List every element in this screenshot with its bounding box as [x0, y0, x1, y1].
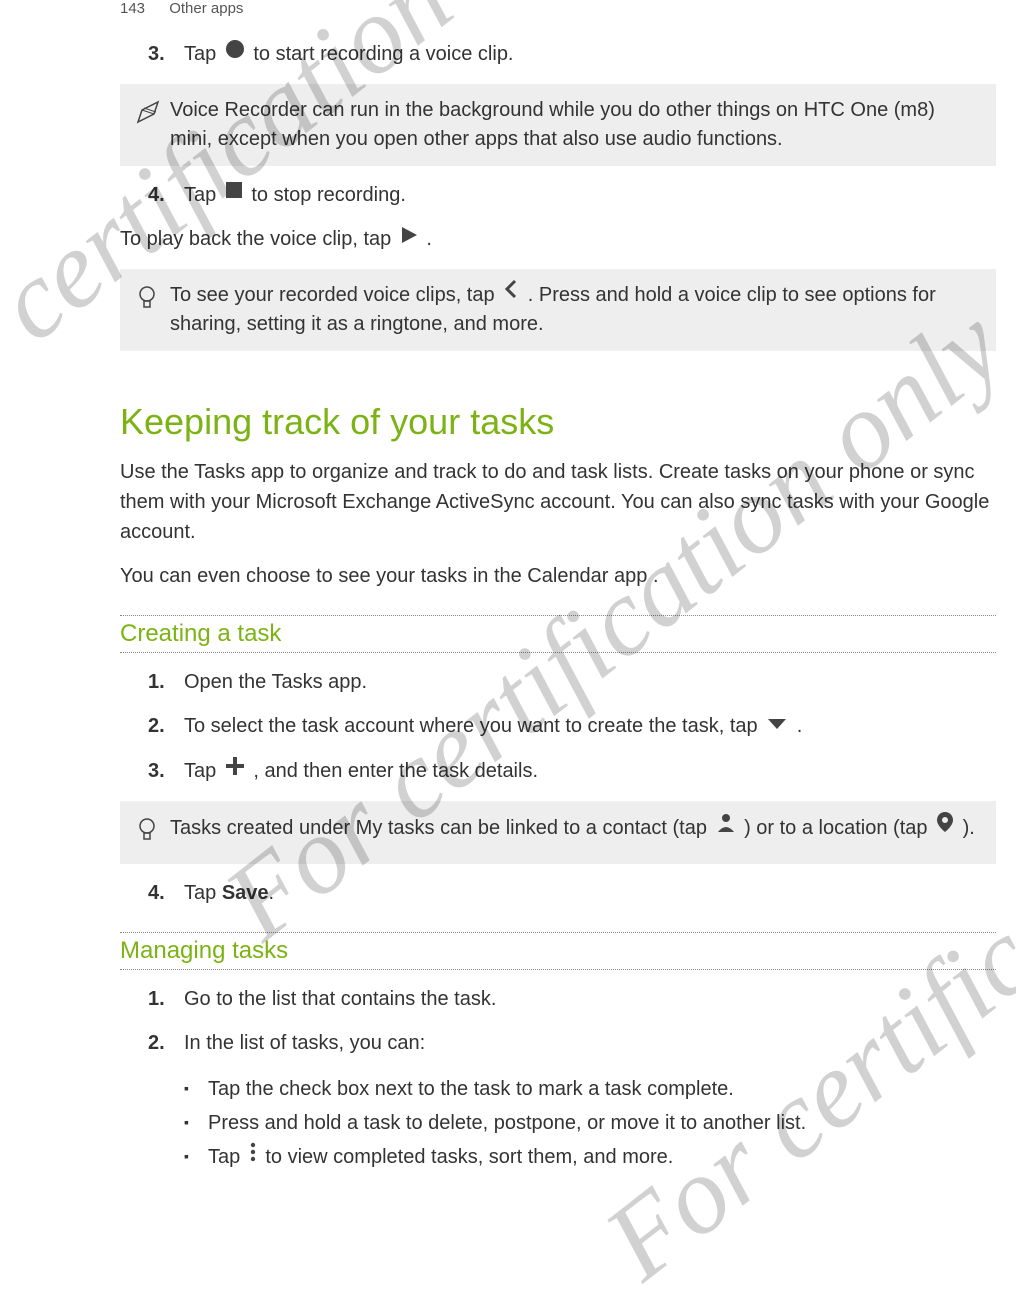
- tip-text: To see your recorded voice clips, tap . …: [170, 281, 980, 339]
- note-box: Voice Recorder can run in the background…: [120, 84, 996, 166]
- step-3: 3. Tap to start recording a voice clip.: [148, 39, 996, 70]
- play-icon: [400, 223, 418, 253]
- step-2c: 2. In the list of tasks, you can:: [148, 1028, 996, 1058]
- save-label: Save: [222, 882, 269, 904]
- subsection-heading: Creating a task: [120, 615, 996, 653]
- tip-box: Tasks created under My tasks can be link…: [120, 801, 996, 864]
- step-4b: 4. Tap Save.: [148, 878, 996, 908]
- more-icon: [249, 1139, 257, 1173]
- step-text: .: [797, 715, 803, 737]
- pencil-icon: [136, 96, 170, 135]
- tip-box: To see your recorded voice clips, tap . …: [120, 269, 996, 351]
- bulb-icon: [136, 813, 170, 852]
- step-text: Tap: [184, 43, 222, 65]
- step-number: 2.: [148, 711, 184, 742]
- plus-icon: [225, 755, 245, 785]
- step-text: Tap: [184, 760, 222, 782]
- step-number: 4.: [148, 878, 184, 908]
- step-text: , and then enter the task details.: [253, 760, 538, 782]
- step-text: Tap: [184, 184, 222, 206]
- list-item: Tap the check box next to the task to ma…: [184, 1072, 996, 1106]
- page-header: 143 Other apps: [0, 0, 1016, 25]
- step-number: 3.: [148, 39, 184, 70]
- step-text: Tap: [184, 882, 222, 904]
- paragraph: Use the Tasks app to organize and track …: [120, 457, 996, 547]
- tip-text: Tasks created under My tasks can be link…: [170, 813, 980, 844]
- step-number: 2.: [148, 1028, 184, 1058]
- step-number: 1.: [148, 984, 184, 1014]
- subsection-heading: Managing tasks: [120, 932, 996, 970]
- note-text: Voice Recorder can run in the background…: [170, 96, 980, 154]
- step-text: to start recording a voice clip.: [253, 43, 513, 65]
- back-icon: [503, 279, 519, 308]
- list-item: Press and hold a task to delete, postpon…: [184, 1106, 996, 1140]
- paragraph: To play back the voice clip, tap .: [120, 224, 996, 255]
- section-heading: Keeping track of your tasks: [120, 401, 996, 443]
- step-text: Open the Tasks app.: [184, 667, 996, 697]
- contact-icon: [716, 812, 736, 841]
- step-text: Go to the list that contains the task.: [184, 984, 996, 1014]
- step-4: 4. Tap to stop recording.: [148, 180, 996, 211]
- page-number: 143: [120, 0, 145, 17]
- step-number: 4.: [148, 180, 184, 211]
- stop-icon: [225, 178, 243, 208]
- step-number: 3.: [148, 756, 184, 787]
- step-text: To select the task account where you wan…: [184, 715, 763, 737]
- paragraph: You can even choose to see your tasks in…: [120, 561, 996, 591]
- bulb-icon: [136, 281, 170, 320]
- step-text: to stop recording.: [251, 184, 406, 206]
- step-text: In the list of tasks, you can:: [184, 1028, 996, 1058]
- section-name: Other apps: [169, 0, 243, 17]
- step-number: 1.: [148, 667, 184, 697]
- step-3b: 3. Tap , and then enter the task details…: [148, 756, 996, 787]
- bullet-list: Tap the check box next to the task to ma…: [184, 1072, 996, 1175]
- step-1c: 1. Go to the list that contains the task…: [148, 984, 996, 1014]
- step-2: 2. To select the task account where you …: [148, 711, 996, 742]
- step-1: 1. Open the Tasks app.: [148, 667, 996, 697]
- step-text: .: [269, 882, 275, 904]
- location-icon: [936, 811, 954, 842]
- page-content: 143 Other apps 3. Tap to start recording…: [0, 0, 1016, 1203]
- list-item: Tap to view completed tasks, sort them, …: [184, 1140, 996, 1175]
- dropdown-icon: [766, 710, 788, 740]
- record-icon: [225, 38, 245, 68]
